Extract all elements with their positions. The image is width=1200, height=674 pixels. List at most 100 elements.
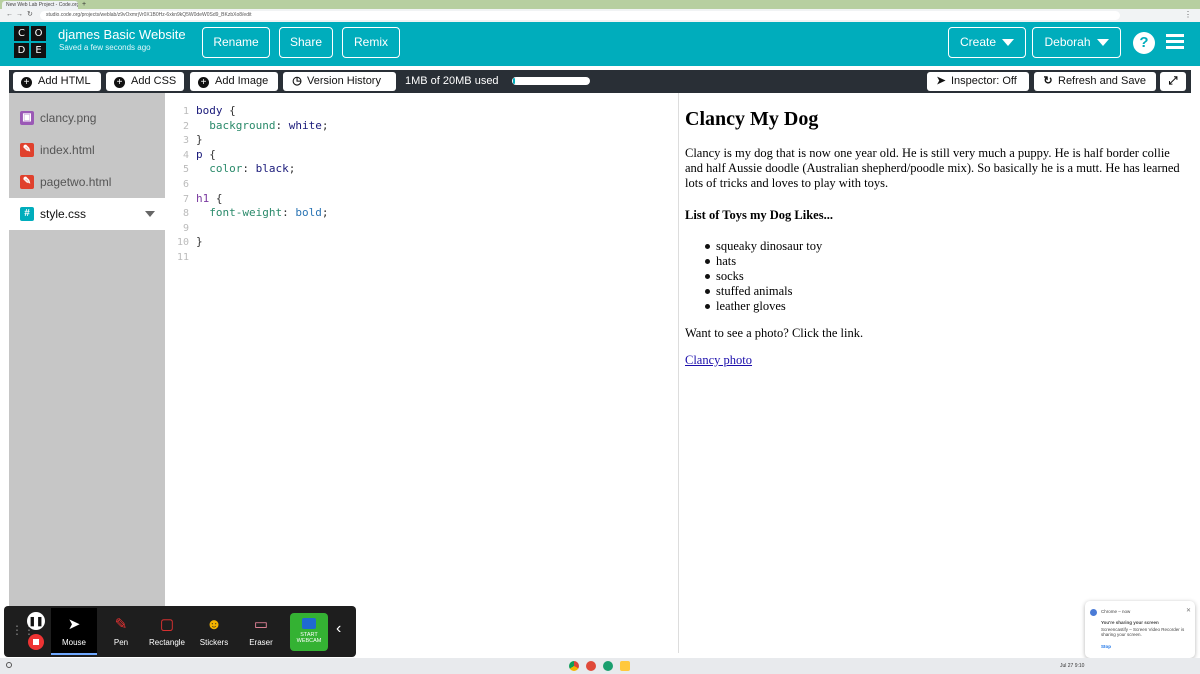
browser-tab[interactable]: New Web Lab Project - Code.org — [2, 1, 78, 9]
mouse-tool-button[interactable]: ➤ Mouse — [51, 608, 97, 655]
add-css-button[interactable]: + Add CSS — [106, 72, 184, 91]
logo-letter: O — [31, 26, 46, 41]
css-punctuation: { — [202, 147, 216, 161]
system-tray[interactable]: Jul 27 9:10 — [1060, 660, 1084, 672]
css-punctuation: { — [209, 191, 223, 205]
inspector-toggle-button[interactable]: ➤ Inspector: Off — [927, 72, 1029, 91]
chevron-left-icon[interactable]: ‹ — [336, 620, 341, 638]
stop-recording-icon[interactable] — [28, 634, 44, 650]
app-icon[interactable] — [620, 661, 630, 671]
eraser-icon: ▭ — [253, 616, 269, 633]
rectangle-icon: ▢ — [159, 616, 175, 633]
add-css-label: Add CSS — [131, 75, 177, 87]
file-item-style-css[interactable]: # style.css — [9, 198, 165, 230]
css-punctuation: ; — [321, 118, 329, 132]
notification-title: You're sharing your screen — [1101, 620, 1159, 625]
chevron-down-icon[interactable] — [145, 211, 155, 217]
chrome-app-icon[interactable] — [569, 661, 579, 671]
code-org-logo[interactable]: C O D E — [14, 26, 46, 58]
logo-letter: E — [31, 43, 46, 58]
code-line: 11 — [165, 250, 196, 265]
pause-icon[interactable]: ❚❚ — [27, 612, 45, 630]
code-line: 7 h1 { — [165, 192, 223, 207]
list-bullet — [705, 304, 710, 309]
file-item-clancy-png[interactable]: ▣ clancy.png — [9, 102, 165, 134]
css-punctuation: } — [196, 235, 203, 249]
create-dropdown[interactable]: Create — [948, 27, 1026, 58]
refresh-and-save-button[interactable]: ↻ Refresh and Save — [1034, 72, 1156, 91]
clancy-photo-link[interactable]: Clancy photo — [685, 353, 752, 368]
add-html-button[interactable]: + Add HTML — [13, 72, 101, 91]
preview-cta-text: Want to see a photo? Click the link. — [685, 326, 864, 340]
app-icon[interactable] — [603, 661, 613, 671]
save-status: Saved a few seconds ago — [59, 43, 151, 52]
reload-icon[interactable]: ↻ — [27, 10, 33, 20]
share-button[interactable]: Share — [279, 27, 333, 58]
hamburger-menu-icon[interactable] — [1166, 34, 1184, 50]
css-punctuation: : — [242, 162, 256, 176]
user-menu[interactable]: Deborah — [1032, 27, 1121, 58]
storage-usage-fill — [513, 78, 516, 84]
preview-list-title: List of Toys my Dog Likes... — [685, 208, 833, 222]
line-number: 3 — [182, 135, 189, 147]
new-tab-button[interactable]: + — [82, 0, 86, 9]
css-selector: h1 — [196, 191, 210, 205]
create-label: Create — [959, 35, 997, 49]
project-title: djames Basic Website — [58, 27, 186, 42]
app-icon[interactable] — [586, 661, 596, 671]
webcam-icon — [302, 618, 316, 629]
file-name: style.css — [40, 207, 87, 221]
clock-icon: ◷ — [292, 75, 302, 87]
list-item: socks — [716, 269, 744, 283]
help-icon[interactable]: ? — [1133, 32, 1155, 54]
css-property: background — [209, 118, 276, 132]
browser-menu-icon[interactable]: ⋮ — [1184, 10, 1192, 20]
line-number: 8 — [182, 208, 189, 220]
image-icon: ▣ — [20, 111, 34, 125]
start-webcam-button[interactable]: START WEBCAM — [290, 613, 328, 651]
version-history-label: Version History — [307, 75, 381, 87]
smiley-icon: ☻ — [206, 616, 222, 633]
plus-circle-icon: + — [21, 77, 32, 88]
preview-paragraph: Clancy is my dog that is now one year ol… — [685, 146, 1180, 190]
file-item-index-html[interactable]: ✎ index.html — [9, 134, 165, 166]
list-bullet — [705, 274, 710, 279]
css-property: font-weight — [209, 206, 283, 220]
line-number: 11 — [176, 252, 189, 263]
stickers-tool-button[interactable]: ☻ Stickers — [191, 608, 237, 655]
mouse-cursor-icon: ➤ — [67, 616, 81, 633]
close-icon[interactable]: ✕ — [1186, 607, 1191, 614]
file-name: index.html — [40, 143, 95, 157]
launcher-icon[interactable] — [6, 662, 12, 668]
tool-label: Stickers — [199, 638, 229, 647]
rectangle-tool-button[interactable]: ▢ Rectangle — [144, 608, 190, 655]
version-history-button[interactable]: ◷ Version History — [283, 72, 396, 91]
back-icon[interactable]: ← — [6, 10, 13, 20]
code-line: 9 — [165, 221, 196, 236]
tool-label: Mouse — [61, 638, 86, 647]
list-item: squeaky dinosaur toy — [716, 239, 823, 253]
code-line: 4p { — [165, 148, 216, 163]
code-line: 2 background: white; — [165, 118, 329, 134]
line-number: 5 — [182, 164, 189, 176]
file-name: pagetwo.html — [40, 175, 112, 189]
forward-icon[interactable]: → — [16, 10, 23, 20]
list-item: hats — [716, 254, 737, 268]
list-bullet — [705, 259, 710, 264]
pen-icon: ✎ — [114, 616, 128, 633]
add-image-button[interactable]: + Add Image — [190, 72, 278, 91]
line-number: 4 — [182, 149, 189, 161]
pen-tool-button[interactable]: ✎ Pen — [98, 608, 144, 655]
rename-button[interactable]: Rename — [202, 27, 270, 58]
file-item-pagetwo-html[interactable]: ✎ pagetwo.html — [9, 166, 165, 198]
tool-label: Pen — [113, 638, 129, 647]
tool-label: Eraser — [249, 638, 273, 647]
eraser-tool-button[interactable]: ▭ Eraser — [238, 608, 284, 655]
tool-label: Rectangle — [148, 638, 186, 647]
remix-button[interactable]: Remix — [342, 27, 400, 58]
css-punctuation: { — [222, 104, 236, 117]
stop-sharing-button[interactable]: Stop — [1101, 644, 1111, 649]
css-punctuation: } — [196, 133, 203, 147]
fullscreen-icon[interactable]: ⤢ — [1160, 72, 1186, 91]
address-bar[interactable]: studio.code.org/projects/weblab/z9vOxmrj… — [40, 11, 1120, 20]
